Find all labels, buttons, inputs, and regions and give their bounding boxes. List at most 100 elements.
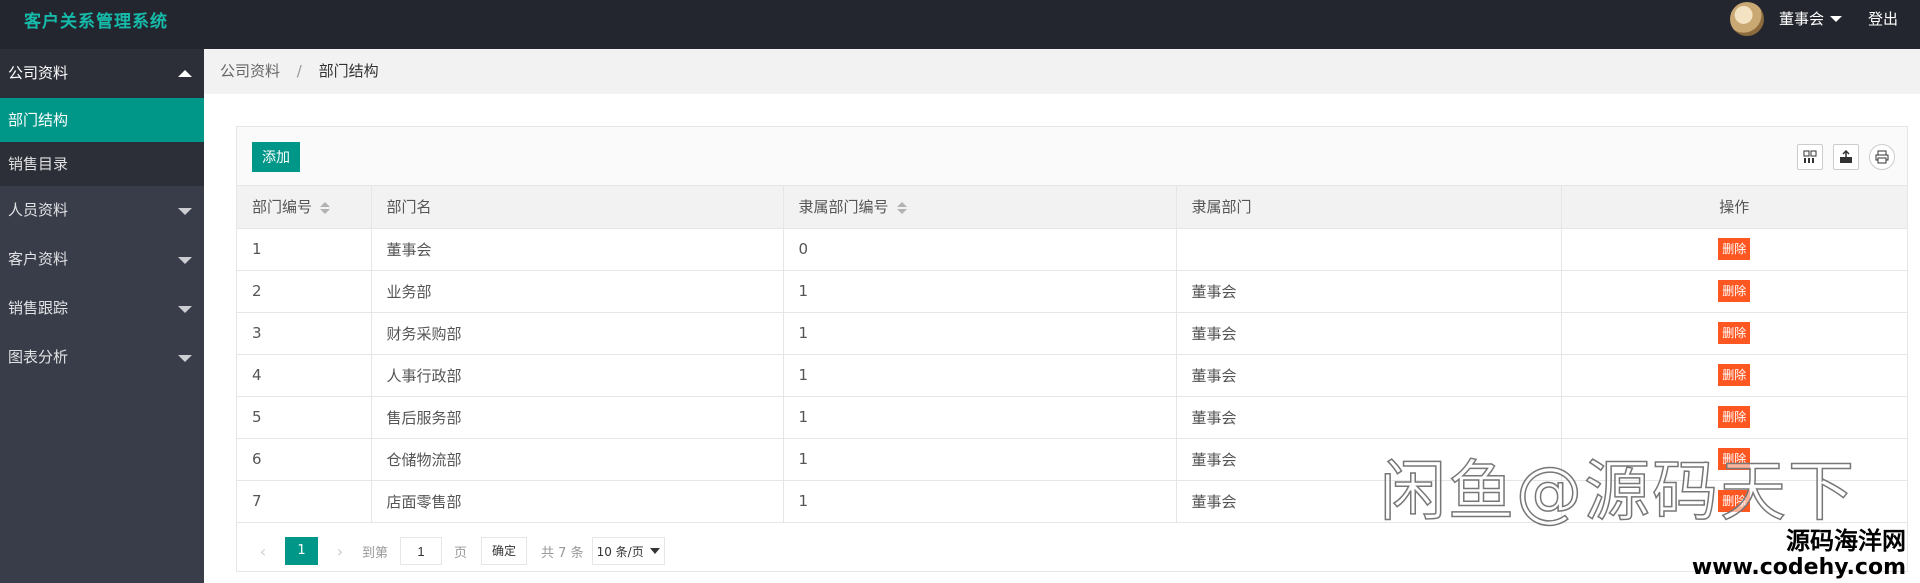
cell-dept-name: 店面零售部	[371, 480, 784, 523]
cell-parent-dept: 董事会	[1176, 312, 1562, 355]
print-icon[interactable]	[1869, 144, 1895, 170]
cell-parent-id: 1	[783, 396, 1177, 439]
cell-parent-id: 1	[783, 354, 1177, 397]
columns-filter-icon[interactable]	[1797, 144, 1823, 170]
cell-dept-name: 售后服务部	[371, 396, 784, 439]
cell-dept-id: 7	[237, 480, 372, 523]
cell-dept-id: 1	[237, 228, 372, 271]
pagination: ‹ 1 › 到第 页 确定 共 7 条 10 条/页	[249, 535, 665, 567]
table-row: 3 财务采购部 1 董事会 删除	[237, 312, 1907, 355]
chevron-down-icon[interactable]	[1829, 15, 1842, 22]
chevron-down-icon	[178, 355, 192, 362]
sidebar-group-staff[interactable]: 人员资料	[0, 186, 204, 235]
cell-parent-id: 0	[783, 228, 1177, 271]
table-row: 4 人事行政部 1 董事会 删除	[237, 354, 1907, 397]
page-size-value: 10 条/页	[596, 544, 644, 559]
breadcrumb: 公司资料 / 部门结构	[204, 49, 1920, 94]
page-unit-label: 页	[454, 545, 468, 561]
top-header: 客户关系管理系统 董事会 登出	[0, 0, 1920, 49]
cell-parent-id: 1	[783, 270, 1177, 313]
cell-dept-id: 6	[237, 438, 372, 481]
cell-dept-name: 仓储物流部	[371, 438, 784, 481]
table-header-row: 部门编号 部门名 隶属部门编号 隶属部门 操作	[237, 186, 1907, 229]
chevron-down-icon	[649, 548, 660, 554]
prev-page-icon[interactable]: ‹	[249, 542, 277, 561]
user-name-menu[interactable]: 董事会	[1779, 8, 1824, 29]
user-area: 董事会 登出	[1729, 0, 1898, 37]
goto-label: 到第	[362, 545, 389, 561]
page-size-select[interactable]: 10 条/页	[591, 537, 665, 565]
delete-button[interactable]: 删除	[1718, 238, 1751, 260]
chevron-down-icon	[178, 208, 192, 215]
breadcrumb-separator: /	[296, 62, 302, 80]
delete-button[interactable]: 删除	[1718, 406, 1751, 428]
sidebar-group-label: 公司资料	[8, 64, 69, 82]
sidebar-group-charts[interactable]: 图表分析	[0, 333, 204, 382]
add-button[interactable]: 添加	[252, 142, 300, 172]
watermark-site: 源码海洋网 www.codehy.com	[1692, 527, 1906, 581]
watermark-site-url: www.codehy.com	[1691, 555, 1906, 580]
chevron-down-icon	[178, 257, 192, 264]
goto-page-input[interactable]	[400, 537, 443, 565]
sidebar-item-department[interactable]: 部门结构	[0, 98, 204, 142]
watermark-site-name: 源码海洋网	[1786, 527, 1906, 555]
app-logo-title: 客户关系管理系统	[24, 12, 168, 32]
table-tools	[1797, 144, 1895, 170]
goto-confirm-button[interactable]: 确定	[481, 537, 528, 565]
cell-dept-id: 4	[237, 354, 372, 397]
delete-button[interactable]: 删除	[1718, 364, 1751, 386]
cell-dept-id: 2	[237, 270, 372, 313]
column-header-parent-id[interactable]: 隶属部门编号	[783, 186, 1177, 229]
cell-parent-id: 1	[783, 480, 1177, 523]
cell-parent-id: 1	[783, 438, 1177, 481]
next-page-icon[interactable]: ›	[326, 542, 354, 561]
breadcrumb-current: 部门结构	[318, 62, 379, 80]
cell-actions: 删除	[1561, 396, 1907, 439]
sort-icon[interactable]	[320, 201, 331, 214]
sidebar-group-customer[interactable]: 客户资料	[0, 235, 204, 284]
sidebar-group-label: 图表分析	[8, 348, 69, 366]
total-count: 共 7 条	[541, 545, 584, 561]
chevron-down-icon	[178, 306, 192, 313]
delete-button[interactable]: 删除	[1718, 280, 1751, 302]
watermark-text: 闲鱼@源码天下	[1379, 452, 1856, 531]
cell-dept-id: 5	[237, 396, 372, 439]
column-header-dept-id[interactable]: 部门编号	[237, 186, 372, 229]
cell-dept-name: 人事行政部	[371, 354, 784, 397]
cell-dept-name: 业务部	[371, 270, 784, 313]
cell-actions: 删除	[1561, 312, 1907, 355]
user-avatar[interactable]	[1729, 1, 1764, 36]
cell-parent-dept: 董事会	[1176, 354, 1562, 397]
breadcrumb-parent[interactable]: 公司资料	[220, 62, 280, 80]
column-header-actions: 操作	[1561, 186, 1907, 229]
sidebar-group-company[interactable]: 公司资料	[0, 49, 204, 98]
cell-dept-name: 董事会	[371, 228, 784, 271]
export-icon[interactable]	[1833, 144, 1859, 170]
cell-parent-dept: 董事会	[1176, 270, 1562, 313]
logout-link[interactable]: 登出	[1868, 8, 1898, 29]
sidebar-group-label: 客户资料	[8, 250, 69, 268]
table-row: 2 业务部 1 董事会 删除	[237, 270, 1907, 313]
table-row: 5 售后服务部 1 董事会 删除	[237, 396, 1907, 439]
cell-actions: 删除	[1561, 354, 1907, 397]
cell-parent-dept: 董事会	[1176, 396, 1562, 439]
sidebar-group-label: 人员资料	[8, 201, 69, 219]
cell-dept-name: 财务采购部	[371, 312, 784, 355]
page-number-current[interactable]: 1	[285, 537, 318, 565]
sort-icon[interactable]	[896, 201, 907, 214]
cell-actions: 删除	[1561, 228, 1907, 271]
column-header-parent-dept: 隶属部门	[1176, 186, 1562, 229]
cell-parent-id: 1	[783, 312, 1177, 355]
sidebar: 公司资料 部门结构 销售目录 人员资料 客户资料 销售跟踪 图表分析	[0, 49, 204, 583]
chevron-up-icon	[178, 70, 192, 77]
cell-dept-id: 3	[237, 312, 372, 355]
delete-button[interactable]: 删除	[1718, 322, 1751, 344]
table-row: 1 董事会 0 删除	[237, 228, 1907, 271]
sidebar-group-sales-tracking[interactable]: 销售跟踪	[0, 284, 204, 333]
column-header-dept-name: 部门名	[371, 186, 784, 229]
sidebar-item-sales-catalog[interactable]: 销售目录	[0, 142, 204, 186]
sidebar-group-label: 销售跟踪	[8, 299, 69, 317]
cell-actions: 删除	[1561, 270, 1907, 313]
table-toolbar: 添加	[237, 127, 1907, 186]
cell-parent-dept	[1176, 228, 1562, 271]
